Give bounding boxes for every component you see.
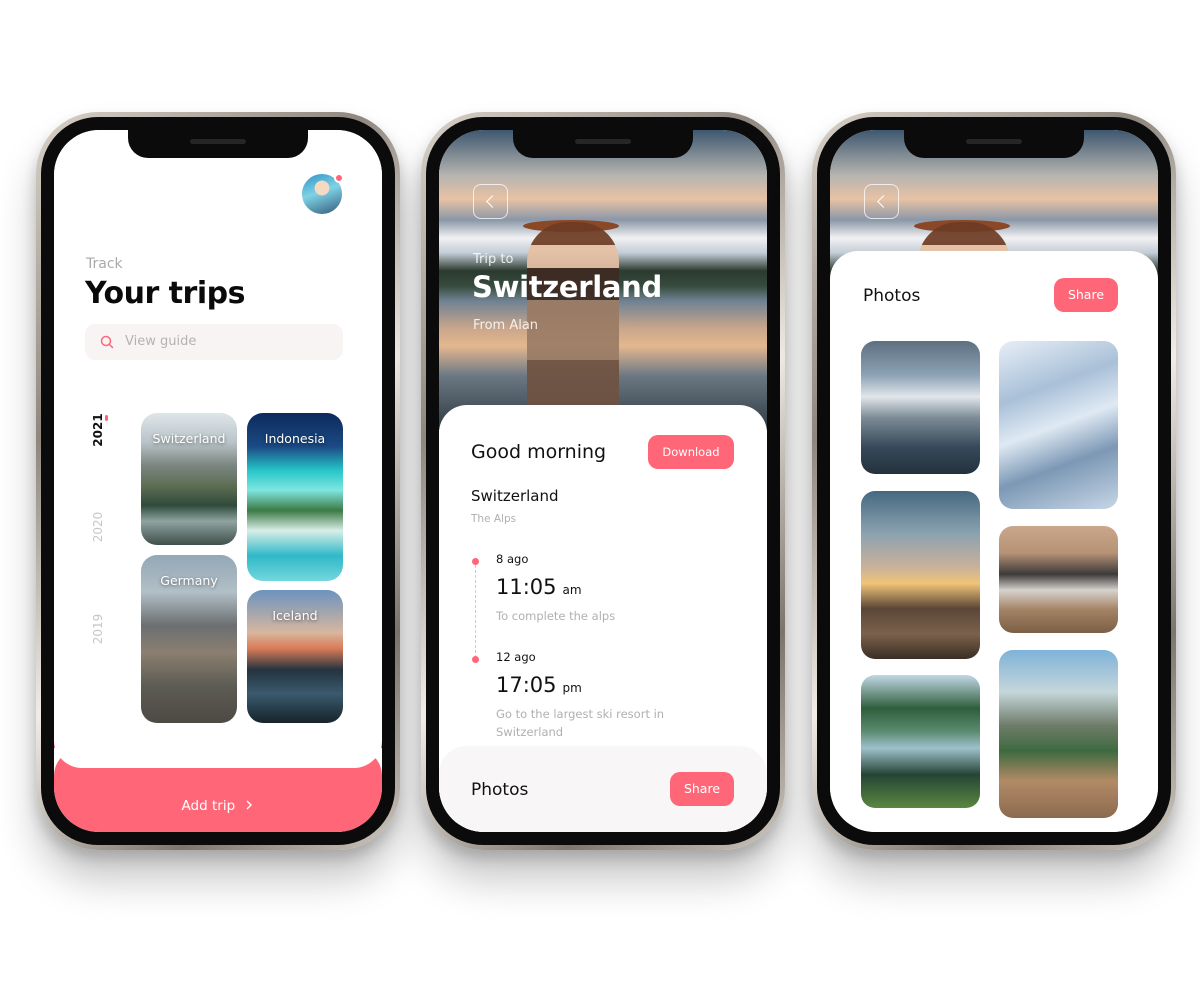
- share-button[interactable]: Share: [670, 772, 734, 806]
- phone-trip-detail: Trip to Switzerland From Alan Good morni…: [421, 112, 785, 850]
- detail-title: Switzerland: [471, 487, 559, 505]
- timeline-time-value: 17:05: [496, 673, 557, 697]
- trip-from-label: From Alan: [473, 318, 539, 333]
- timeline-ago: 12 ago: [496, 650, 536, 664]
- trip-card-label: Indonesia: [264, 431, 326, 446]
- search-input[interactable]: View guide: [85, 324, 343, 360]
- timeline-time: 17:05 pm: [496, 673, 582, 697]
- photos-strip: Photos Share: [439, 746, 767, 832]
- year-tab-2020[interactable]: 2020: [91, 503, 105, 551]
- timeline-ago: 8 ago: [496, 552, 529, 566]
- trip-card-switzerland[interactable]: Switzerland: [141, 413, 237, 545]
- trip-card-indonesia[interactable]: Indonesia: [247, 413, 343, 581]
- trip-card-iceland[interactable]: Iceland: [247, 590, 343, 723]
- active-year-marker: [105, 415, 108, 421]
- photo-tile-mountain[interactable]: [861, 341, 980, 474]
- screen-trips: Track Your trips View guide 2021 2020 20…: [54, 130, 382, 832]
- timeline-dot: [472, 558, 479, 565]
- back-button[interactable]: [473, 184, 508, 219]
- timeline-ampm: pm: [562, 681, 582, 695]
- phone-bezel: Photos Share: [817, 117, 1171, 845]
- timeline-time-value: 11:05: [496, 575, 557, 599]
- photo-tile-snowy-forest[interactable]: [999, 341, 1118, 509]
- trip-card-germany[interactable]: Germany: [141, 555, 237, 723]
- back-button[interactable]: [864, 184, 899, 219]
- phone-bezel: Trip to Switzerland From Alan Good morni…: [426, 117, 780, 845]
- detail-subtitle: The Alps: [471, 513, 517, 525]
- photos-heading: Photos: [471, 780, 529, 800]
- add-trip-label: Add trip: [181, 798, 236, 814]
- photos-heading: Photos: [863, 286, 921, 306]
- chevron-right-icon: [246, 800, 253, 810]
- photo-tile-lake-hiker[interactable]: [861, 675, 980, 808]
- page-title: Your trips: [85, 276, 245, 311]
- notch: [513, 130, 693, 158]
- trip-to-label: Trip to: [473, 252, 514, 267]
- notch: [904, 130, 1084, 158]
- share-button[interactable]: Share: [1054, 278, 1118, 312]
- timeline-description: To complete the alps: [496, 609, 616, 623]
- track-label: Track: [86, 256, 123, 272]
- trip-card-label: Germany: [160, 573, 218, 588]
- timeline-time: 11:05 am: [496, 575, 582, 599]
- trip-destination: Switzerland: [472, 270, 662, 304]
- screen-photos: Photos Share: [830, 130, 1158, 832]
- phone-trips-list: Track Your trips View guide 2021 2020 20…: [36, 112, 400, 850]
- notification-dot: [334, 173, 344, 183]
- photo-tile-friends[interactable]: [999, 526, 1118, 633]
- search-icon: [100, 335, 114, 349]
- screen-trip-detail: Trip to Switzerland From Alan Good morni…: [439, 130, 767, 832]
- photo-tile-valley-phone[interactable]: [999, 650, 1118, 818]
- timeline-description: Go to the largest ski resort in Switzerl…: [496, 707, 665, 739]
- notch: [128, 130, 308, 158]
- phone-photos: Photos Share: [812, 112, 1176, 850]
- year-tab-2019[interactable]: 2019: [91, 605, 105, 653]
- timeline-line: [475, 565, 476, 663]
- add-trip-button[interactable]: Add trip: [54, 798, 382, 814]
- year-tab-2021[interactable]: 2021: [91, 406, 105, 454]
- download-button[interactable]: Download: [648, 435, 734, 469]
- timeline-dot: [472, 656, 479, 663]
- greeting-heading: Good morning: [471, 441, 607, 463]
- photo-tile-cross-summit[interactable]: [861, 491, 980, 659]
- trip-card-label: Iceland: [272, 608, 318, 623]
- photos-sheet: Photos Share: [830, 251, 1158, 832]
- trip-card-label: Switzerland: [152, 431, 226, 446]
- search-placeholder: View guide: [125, 334, 197, 349]
- phone-bezel: Track Your trips View guide 2021 2020 20…: [41, 117, 395, 845]
- timeline-ampm: am: [562, 583, 582, 597]
